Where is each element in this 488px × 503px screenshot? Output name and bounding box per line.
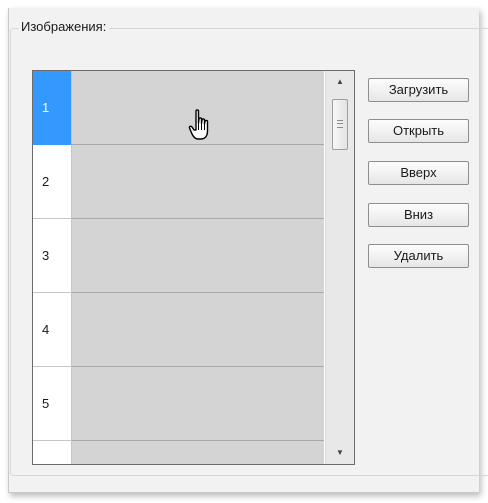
row-number[interactable]: 4 (33, 293, 72, 367)
image-cell[interactable] (72, 293, 324, 367)
scroll-up-arrow-icon[interactable]: ▲ (326, 73, 354, 91)
row-number[interactable]: 3 (33, 219, 72, 293)
delete-button[interactable]: Удалить (368, 244, 469, 268)
grid-row-5[interactable]: 5 (33, 367, 324, 441)
image-cell[interactable] (72, 367, 324, 441)
grid-row-6[interactable] (33, 441, 324, 464)
row-number[interactable]: 5 (33, 367, 72, 441)
upload-button[interactable]: Загрузить (368, 78, 469, 102)
scroll-down-arrow-icon[interactable]: ▼ (326, 444, 354, 462)
image-cell[interactable] (72, 219, 324, 293)
image-cell[interactable] (72, 441, 324, 464)
image-cell[interactable] (72, 145, 324, 219)
vertical-scrollbar[interactable]: ▲ ▼ (325, 71, 354, 464)
grid-row-1[interactable]: 1 (33, 71, 324, 145)
grid-row-3[interactable]: 3 (33, 219, 324, 293)
open-button[interactable]: Открыть (368, 119, 469, 143)
images-group-title: Изображения: (18, 19, 110, 35)
grid-row-2[interactable]: 2 (33, 145, 324, 219)
move-up-button[interactable]: Вверх (368, 161, 469, 185)
hand-pointer-icon (188, 109, 209, 140)
grid-row-4[interactable]: 4 (33, 293, 324, 367)
grip-icon (337, 120, 343, 128)
row-number[interactable] (33, 441, 72, 464)
scroll-thumb[interactable] (332, 99, 348, 150)
row-number[interactable]: 2 (33, 145, 72, 219)
move-down-button[interactable]: Вниз (368, 203, 469, 227)
row-number[interactable]: 1 (33, 71, 72, 145)
